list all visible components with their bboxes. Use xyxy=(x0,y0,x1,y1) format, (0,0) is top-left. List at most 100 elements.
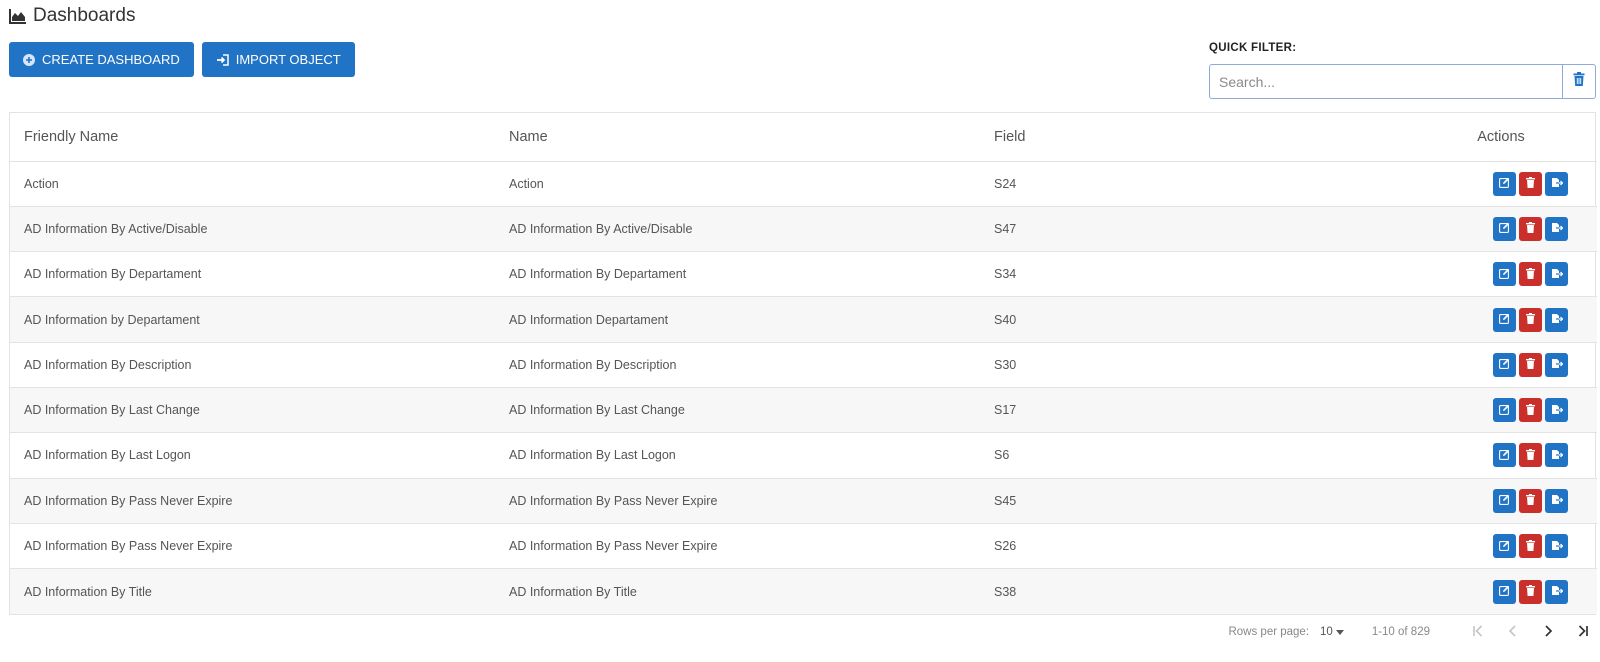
cell-field: S45 xyxy=(980,478,1435,524)
cell-friendly-name: AD Information By Last Logon xyxy=(10,432,495,479)
cell-actions xyxy=(1435,161,1597,207)
cell-field: S26 xyxy=(980,523,1435,570)
export-button[interactable] xyxy=(1545,443,1568,468)
cell-friendly-name: AD Information By Departament xyxy=(10,251,495,298)
table-row: AD Information By Departament AD Informat… xyxy=(10,251,1597,298)
next-page-button[interactable] xyxy=(1530,622,1565,642)
export-button[interactable] xyxy=(1545,488,1568,513)
import-object-button[interactable]: IMPORT OBJECT xyxy=(201,42,355,77)
edit-icon xyxy=(1499,221,1510,236)
cell-field: S40 xyxy=(980,296,1435,343)
export-icon xyxy=(1551,403,1563,418)
delete-button[interactable] xyxy=(1519,534,1542,559)
export-icon xyxy=(1551,176,1563,191)
delete-button[interactable] xyxy=(1519,171,1542,196)
export-button[interactable] xyxy=(1545,534,1568,559)
cell-friendly-name: AD Information By Active/Disable xyxy=(10,206,495,253)
delete-button[interactable] xyxy=(1519,307,1542,332)
cell-actions xyxy=(1435,478,1597,524)
cell-name: AD Information By Last Change xyxy=(495,387,980,434)
cell-friendly-name: AD Information By Last Change xyxy=(10,387,495,434)
edit-button[interactable] xyxy=(1493,443,1516,468)
edit-icon xyxy=(1499,539,1510,554)
delete-button[interactable] xyxy=(1519,216,1542,241)
page-range: 1-10 of 829 xyxy=(1371,626,1430,638)
export-button[interactable] xyxy=(1545,579,1568,604)
edit-icon xyxy=(1499,267,1510,282)
edit-button[interactable] xyxy=(1493,262,1516,287)
delete-button[interactable] xyxy=(1519,579,1542,604)
cell-friendly-name: AD Information By Description xyxy=(10,342,495,388)
cell-field: S6 xyxy=(980,432,1435,479)
edit-icon xyxy=(1499,448,1510,463)
export-button[interactable] xyxy=(1545,171,1568,196)
cell-actions xyxy=(1435,342,1597,388)
header-field[interactable]: Field xyxy=(980,113,1435,162)
cell-name: AD Information By Last Logon xyxy=(495,432,980,479)
plus-circle-icon xyxy=(23,53,35,66)
first-page-icon xyxy=(1472,624,1484,640)
edit-button[interactable] xyxy=(1493,216,1516,241)
edit-button[interactable] xyxy=(1493,171,1516,196)
delete-button[interactable] xyxy=(1519,262,1542,287)
trash-icon xyxy=(1526,584,1535,599)
delete-button[interactable] xyxy=(1519,352,1542,377)
cell-name: Action xyxy=(495,161,980,207)
trash-icon xyxy=(1573,72,1585,91)
create-dashboard-button[interactable]: CREATE DASHBOARD xyxy=(9,42,194,77)
last-page-button[interactable] xyxy=(1565,622,1600,642)
export-button[interactable] xyxy=(1545,262,1568,287)
header-name[interactable]: Name xyxy=(495,113,980,162)
sign-in-icon xyxy=(216,53,229,66)
export-button[interactable] xyxy=(1545,352,1568,377)
header-friendly-name[interactable]: Friendly Name xyxy=(10,113,495,162)
cell-name: AD Information By Title xyxy=(495,568,980,614)
last-page-icon xyxy=(1577,624,1589,640)
cell-actions xyxy=(1435,568,1597,614)
cell-field: S47 xyxy=(980,206,1435,253)
create-dashboard-label: CREATE DASHBOARD xyxy=(42,52,180,67)
edit-button[interactable] xyxy=(1493,488,1516,513)
caret-down-icon xyxy=(1335,626,1344,638)
edit-button[interactable] xyxy=(1493,579,1516,604)
cell-name: AD Information By Description xyxy=(495,342,980,388)
previous-page-button[interactable] xyxy=(1495,622,1530,642)
export-icon xyxy=(1551,357,1563,372)
cell-name: AD Information By Pass Never Expire xyxy=(495,478,980,524)
table-header-row: Friendly Name Name Field Actions xyxy=(10,113,1597,162)
clear-filter-button[interactable] xyxy=(1562,64,1596,99)
cell-field: S38 xyxy=(980,568,1435,614)
toolbar: CREATE DASHBOARD IMPORT OBJECT xyxy=(9,42,355,77)
export-button[interactable] xyxy=(1545,398,1568,423)
edit-button[interactable] xyxy=(1493,398,1516,423)
edit-icon xyxy=(1499,176,1510,191)
table-row: AD Information By Last Logon AD Informati… xyxy=(10,432,1597,479)
edit-icon xyxy=(1499,403,1510,418)
export-icon xyxy=(1551,267,1563,282)
delete-button[interactable] xyxy=(1519,443,1542,468)
rows-per-page-select[interactable]: 10 xyxy=(1320,626,1344,638)
edit-icon xyxy=(1499,584,1510,599)
trash-icon xyxy=(1526,539,1535,554)
delete-button[interactable] xyxy=(1519,398,1542,423)
cell-actions xyxy=(1435,251,1597,298)
export-button[interactable] xyxy=(1545,307,1568,332)
trash-icon xyxy=(1526,448,1535,463)
cell-friendly-name: AD Information By Pass Never Expire xyxy=(10,523,495,570)
table-row: AD Information By Pass Never Expire AD In… xyxy=(10,478,1597,524)
export-button[interactable] xyxy=(1545,216,1568,241)
trash-icon xyxy=(1526,357,1535,372)
edit-button[interactable] xyxy=(1493,352,1516,377)
delete-button[interactable] xyxy=(1519,488,1542,513)
rows-per-page-value: 10 xyxy=(1320,626,1333,638)
trash-icon xyxy=(1526,221,1535,236)
table-row: AD Information By Pass Never Expire AD In… xyxy=(10,523,1597,570)
edit-button[interactable] xyxy=(1493,534,1516,559)
first-page-button[interactable] xyxy=(1460,622,1495,642)
search-input[interactable] xyxy=(1209,64,1563,99)
trash-icon xyxy=(1526,493,1535,508)
cell-friendly-name: AD Information By Pass Never Expire xyxy=(10,478,495,524)
area-chart-icon xyxy=(9,8,27,24)
cell-field: S24 xyxy=(980,161,1435,207)
edit-button[interactable] xyxy=(1493,307,1516,332)
